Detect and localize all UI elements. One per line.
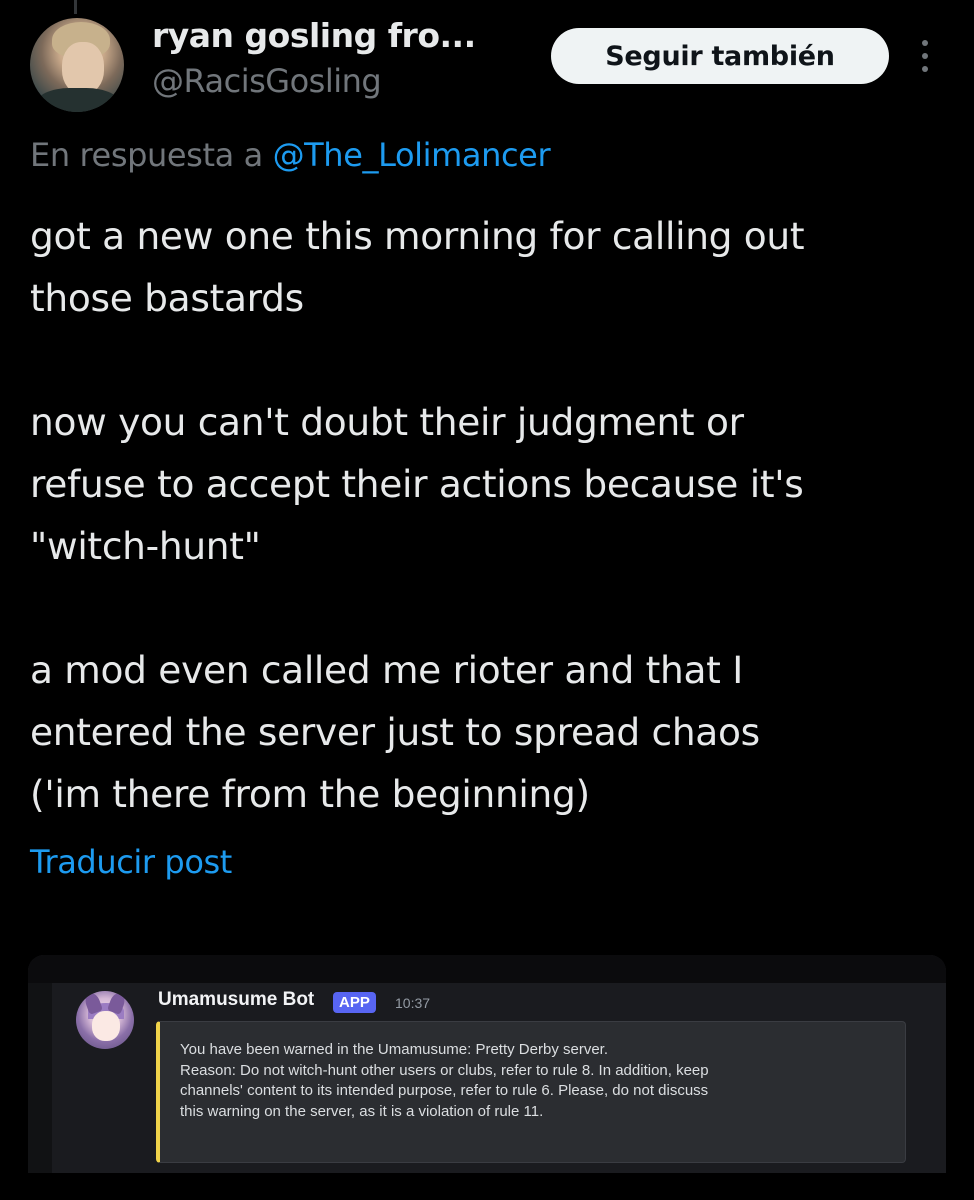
reply-mention-link[interactable]: @The_Lolimancer: [273, 136, 551, 174]
more-dot-1: [922, 40, 928, 46]
warning-text: You have been warned in the Umamusume: P…: [180, 1040, 890, 1122]
body-blank-line: [30, 577, 950, 639]
reply-context: En respuesta a @The_Lolimancer: [30, 136, 551, 174]
body-line: entered the server just to spread chaos: [30, 710, 760, 754]
translate-post-link[interactable]: Traducir post: [30, 843, 232, 881]
body-line: those bastards: [30, 276, 304, 320]
warning-embed-card: You have been warned in the Umamusume: P…: [156, 1021, 906, 1163]
post-page: ryan gosling fro... @RacisGosling Seguir…: [0, 0, 974, 1200]
warning-line: channels' content to its intended purpos…: [180, 1082, 709, 1099]
avatar-face: [62, 42, 104, 94]
avatar-shirt: [36, 88, 120, 112]
more-dot-3: [922, 66, 928, 72]
discord-sidebar-strip: [28, 983, 52, 1173]
author-handle[interactable]: @RacisGosling: [152, 62, 382, 100]
follow-back-button[interactable]: Seguir también: [551, 28, 889, 84]
body-line: now you can't doubt their judgment or: [30, 400, 744, 444]
post-header: ryan gosling fro... @RacisGosling Seguir…: [30, 16, 944, 118]
bot-avatar-face: [92, 1011, 120, 1041]
warning-line: You have been warned in the Umamusume: P…: [180, 1041, 608, 1058]
post-body: got a new one this morning for calling o…: [30, 205, 950, 825]
app-badge: APP: [333, 992, 376, 1013]
attached-image-discord-warning[interactable]: Umamusume Bot APP 10:37 You have been wa…: [28, 955, 946, 1173]
author-display-name[interactable]: ryan gosling fro...: [152, 16, 476, 55]
body-line: refuse to accept their actions because i…: [30, 462, 804, 506]
body-blank-line: [30, 329, 950, 391]
warning-line: Reason: Do not witch-hunt other users or…: [180, 1061, 709, 1079]
message-timestamp: 10:37: [395, 995, 431, 1011]
body-line: a mod even called me rioter and that I: [30, 648, 743, 692]
bot-avatar: [76, 991, 134, 1049]
body-line: "witch-hunt": [30, 524, 261, 568]
body-line: got a new one this morning for calling o…: [30, 214, 805, 258]
warning-line: this warning on the server, as it is a v…: [180, 1102, 544, 1120]
more-dot-2: [922, 53, 928, 59]
discord-top-bar: [28, 955, 946, 983]
more-options-icon[interactable]: [914, 32, 936, 80]
thread-connector-line: [74, 0, 77, 14]
body-line: ('im there from the beginning): [30, 772, 590, 816]
author-avatar[interactable]: [30, 18, 124, 112]
bot-name: Umamusume Bot: [158, 989, 315, 1010]
reply-prefix: En respuesta a: [30, 136, 263, 174]
